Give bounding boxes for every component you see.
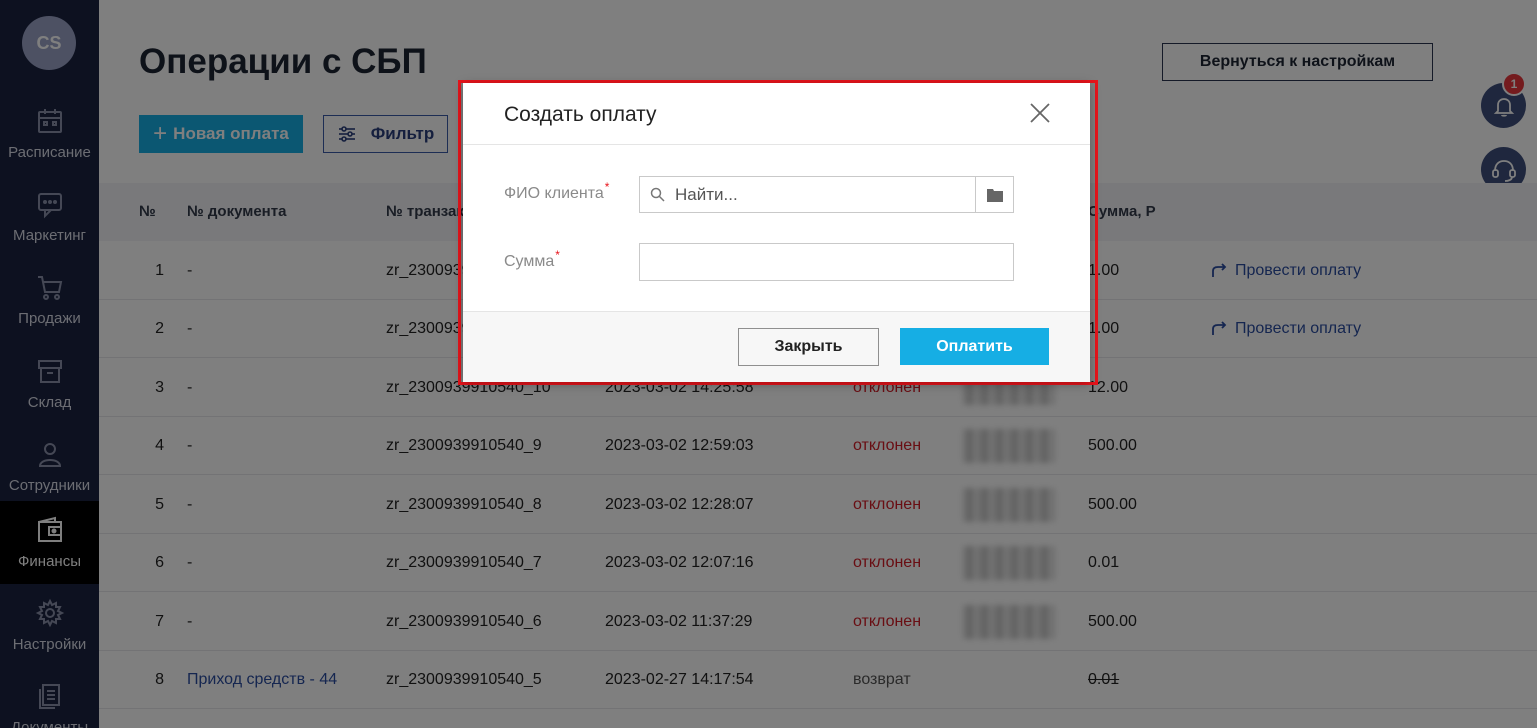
- search-icon: [650, 187, 665, 202]
- close-icon[interactable]: [1029, 102, 1051, 124]
- required-mark: *: [604, 180, 610, 194]
- create-payment-dialog: Создать оплату ФИО клиента* Сумма* Закры…: [463, 83, 1090, 382]
- dialog-title: Создать оплату: [504, 103, 657, 126]
- client-name-label: ФИО клиента*: [504, 180, 610, 202]
- client-browse-button[interactable]: [975, 176, 1014, 213]
- amount-input[interactable]: [639, 243, 1014, 281]
- dialog-header: Создать оплату: [463, 83, 1090, 145]
- pay-button[interactable]: Оплатить: [900, 328, 1049, 365]
- client-search-field[interactable]: [639, 176, 976, 213]
- folder-icon: [986, 188, 1003, 202]
- required-mark: *: [555, 248, 560, 262]
- amount-label: Сумма*: [504, 248, 560, 270]
- client-search-input[interactable]: [675, 184, 955, 205]
- dialog-footer: Закрыть Оплатить: [463, 311, 1090, 382]
- close-button[interactable]: Закрыть: [738, 328, 879, 366]
